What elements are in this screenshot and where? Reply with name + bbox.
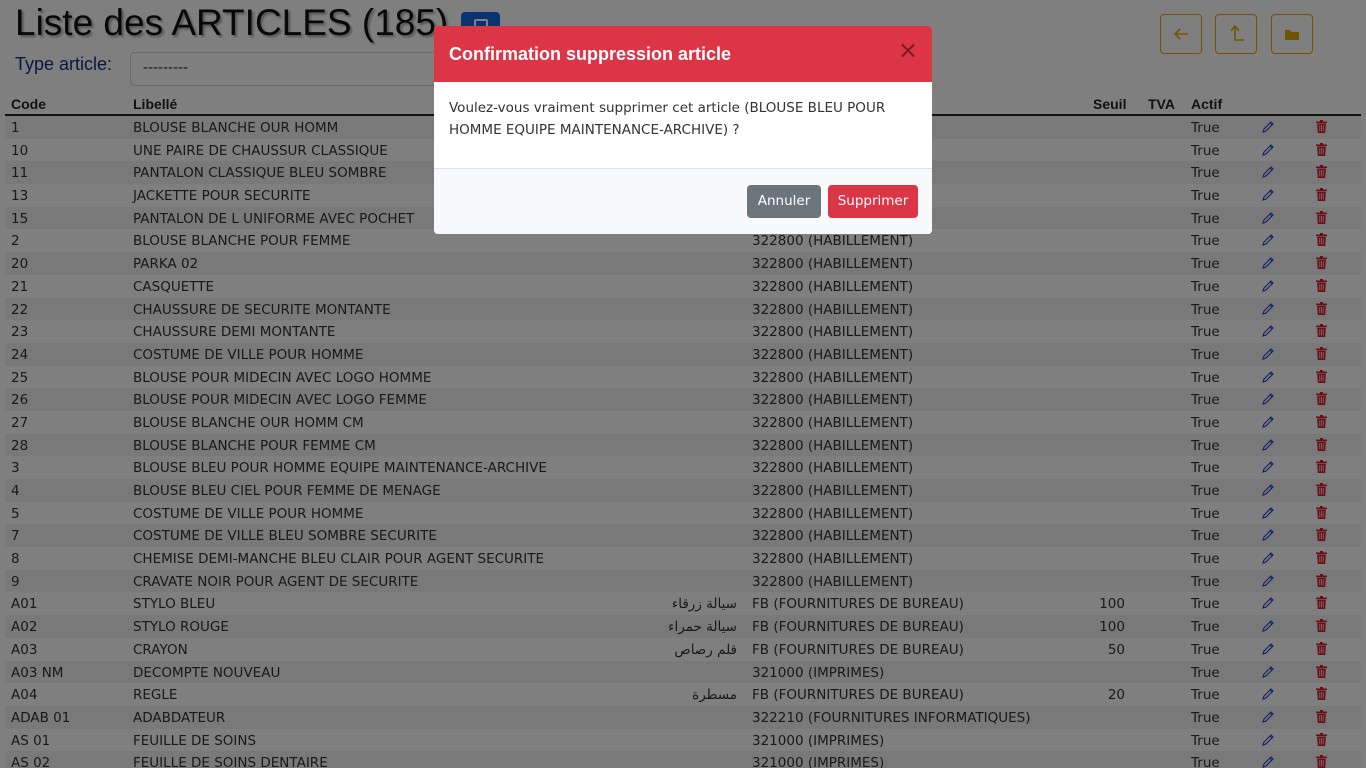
modal-message: Voulez-vous vraiment supprimer cet artic… bbox=[434, 82, 932, 169]
modal-footer: Annuler Supprimer bbox=[434, 169, 932, 234]
confirm-delete-modal: Confirmation suppression article × Voule… bbox=[434, 26, 932, 234]
modal-header: Confirmation suppression article × bbox=[434, 26, 932, 82]
close-icon[interactable]: × bbox=[898, 38, 918, 62]
delete-button[interactable]: Supprimer bbox=[828, 185, 918, 218]
cancel-button[interactable]: Annuler bbox=[747, 185, 821, 218]
modal-title: Confirmation suppression article bbox=[449, 44, 732, 64]
